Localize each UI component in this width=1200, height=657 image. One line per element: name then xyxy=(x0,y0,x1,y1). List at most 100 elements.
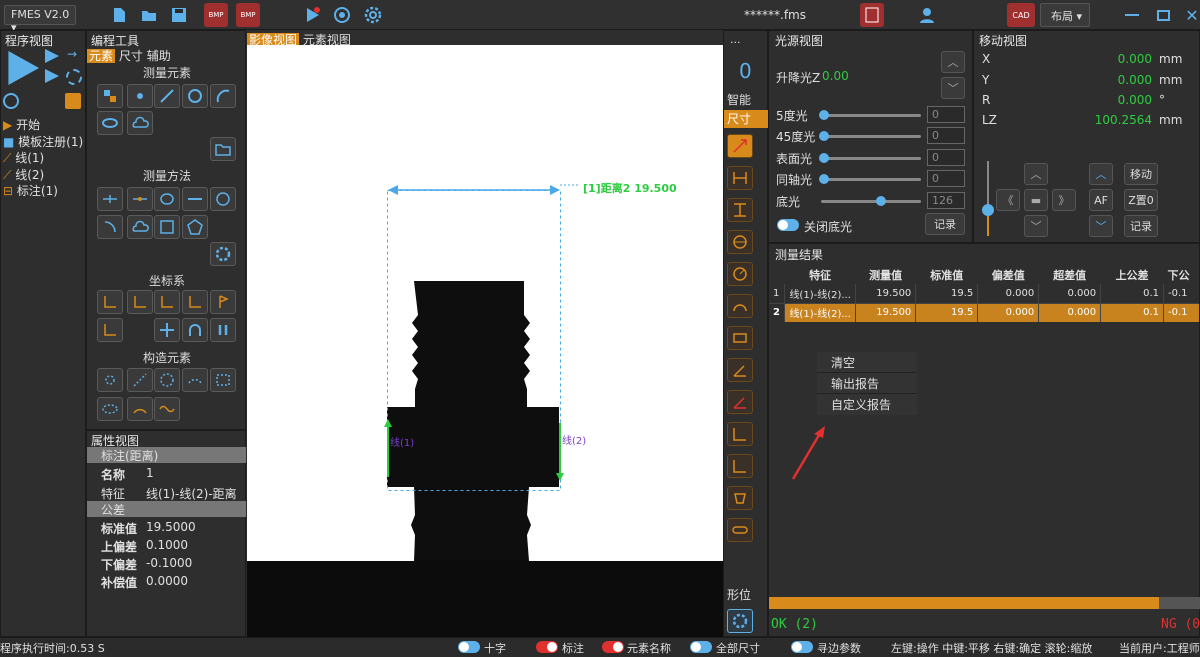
light-slider[interactable] xyxy=(819,174,921,184)
construct-arc-icon[interactable] xyxy=(182,368,208,392)
edge-flat-icon[interactable] xyxy=(182,187,208,211)
tab-dimensions[interactable]: 尺寸 xyxy=(119,49,143,63)
edge-circle-icon[interactable] xyxy=(154,187,180,211)
table-row[interactable]: 1 线(1)-线(2)... 19.500 19.5 0.000 0.000 0… xyxy=(769,284,1199,303)
light-value-input[interactable]: 0 xyxy=(927,127,965,144)
save-icon[interactable] xyxy=(167,3,191,27)
tab-elements[interactable]: 元素 xyxy=(87,49,116,63)
light-value-input[interactable]: 0 xyxy=(927,170,965,187)
cad-button[interactable]: CAD xyxy=(1007,3,1035,27)
motion-record-button[interactable]: 记录 xyxy=(1124,215,1158,237)
construct-wave-icon[interactable] xyxy=(154,397,180,421)
coord-translate-icon[interactable] xyxy=(127,290,153,314)
light-slider[interactable] xyxy=(819,131,921,141)
minimize-icon[interactable] xyxy=(1120,3,1144,27)
cloud-icon[interactable] xyxy=(127,111,153,135)
z-slider-knob[interactable] xyxy=(982,204,994,216)
move-left-icon[interactable]: 《 xyxy=(996,189,1020,211)
distance-h-icon[interactable] xyxy=(727,166,753,190)
light-slider-knob[interactable] xyxy=(819,131,829,141)
coord-rotate-icon[interactable] xyxy=(154,290,180,314)
light-slider-knob[interactable] xyxy=(876,196,886,206)
program-settings-icon[interactable] xyxy=(66,69,82,85)
method-settings-icon[interactable] xyxy=(210,242,236,266)
all-dims-toggle[interactable] xyxy=(690,641,712,653)
open-folder-icon[interactable] xyxy=(137,3,161,27)
slot-icon[interactable] xyxy=(727,518,753,542)
folder-icon[interactable] xyxy=(210,137,236,161)
tree-item-line1[interactable]: ⟋ 线(1) xyxy=(3,150,83,167)
camera-image[interactable] xyxy=(247,45,723,637)
table-row-selected[interactable]: 2 线(1)-线(2)... 19.500 19.5 0.000 0.000 0… xyxy=(769,303,1199,322)
annotation-toggle[interactable] xyxy=(536,641,558,653)
smart-dim-icon[interactable] xyxy=(727,134,753,158)
tree-item-annotation[interactable]: ⊟ 标注(1) xyxy=(3,183,83,200)
light-value-input[interactable]: 0 xyxy=(927,149,965,166)
ellipse-icon[interactable] xyxy=(97,111,123,135)
crosshair-toggle[interactable] xyxy=(458,641,480,653)
tree-item-line2[interactable]: ⟋ 线(2) xyxy=(3,167,83,184)
construct-rect-icon[interactable] xyxy=(210,368,236,392)
coord-flag-icon[interactable] xyxy=(210,290,236,314)
close-bottom-toggle[interactable] xyxy=(777,219,799,231)
maximize-icon[interactable] xyxy=(1151,3,1175,27)
arc-length-icon[interactable] xyxy=(727,294,753,318)
stop-icon[interactable]: ▬ xyxy=(1024,189,1048,211)
dimension-label[interactable]: [1]距离2 19.500 xyxy=(583,180,677,196)
user-icon[interactable] xyxy=(915,3,939,27)
size-tab[interactable]: 尺寸 xyxy=(724,110,768,128)
lower-dev-value[interactable]: -0.1000 xyxy=(146,556,192,570)
bmp-save-icon[interactable]: BMP xyxy=(204,3,228,27)
light-slider[interactable] xyxy=(821,196,921,206)
version-dropdown[interactable]: FMES V2.0 ▾ xyxy=(4,5,76,34)
light-slider-knob[interactable] xyxy=(819,174,829,184)
step-over-icon[interactable]: → xyxy=(67,47,77,61)
light-slider-knob[interactable] xyxy=(819,110,829,120)
nominal-value[interactable]: 19.5000 xyxy=(146,520,196,534)
construct-circle-icon[interactable] xyxy=(154,368,180,392)
new-file-icon[interactable] xyxy=(107,3,131,27)
edge-round-icon[interactable] xyxy=(210,187,236,211)
target-icon[interactable] xyxy=(330,3,354,27)
edge-cloud-icon[interactable] xyxy=(127,215,153,239)
angle-icon[interactable] xyxy=(727,358,753,382)
element-name-toggle[interactable] xyxy=(602,641,624,653)
coord-y-icon[interactable] xyxy=(727,454,753,478)
menu-item-export-report[interactable]: 输出报告 xyxy=(817,373,917,394)
point-set-icon[interactable] xyxy=(97,84,123,108)
move-button[interactable]: 移动 xyxy=(1124,163,1158,185)
crosshair-icon[interactable] xyxy=(154,318,180,342)
light-slider[interactable] xyxy=(819,153,921,163)
coord-origin-icon[interactable] xyxy=(97,290,123,314)
lift-down-icon[interactable]: ﹀ xyxy=(941,77,965,99)
move-down-icon[interactable]: ﹀ xyxy=(1024,215,1048,237)
move-up-icon[interactable]: ︿ xyxy=(1024,163,1048,185)
bmp-load-icon[interactable]: BMP xyxy=(236,3,260,27)
coord-reset-icon[interactable] xyxy=(97,318,123,342)
run-program-icon[interactable] xyxy=(8,51,39,85)
line2-label[interactable]: 线(2) xyxy=(562,432,586,447)
step-icon[interactable] xyxy=(45,49,59,63)
close-icon[interactable]: ✕ xyxy=(1180,3,1200,27)
edge-line-icon[interactable] xyxy=(97,187,123,211)
width-icon[interactable] xyxy=(727,326,753,350)
point-icon[interactable] xyxy=(127,84,153,108)
menu-item-clear[interactable]: 清空 xyxy=(817,352,917,373)
arc-icon[interactable] xyxy=(210,84,236,108)
grid-icon[interactable] xyxy=(65,93,81,109)
light-value-input[interactable]: 0 xyxy=(927,106,965,123)
edge-rect-icon[interactable] xyxy=(154,215,180,239)
construct-ellipse-icon[interactable] xyxy=(97,397,123,421)
light-slider[interactable] xyxy=(819,110,921,120)
tab-auxiliary[interactable]: 辅助 xyxy=(147,49,171,63)
form-label[interactable]: 形位 xyxy=(727,586,751,603)
tree-item-template[interactable]: ■ 模板注册(1) xyxy=(3,134,83,151)
search-icon[interactable] xyxy=(3,93,19,109)
name-value[interactable]: 1 xyxy=(146,466,154,480)
z-up-icon[interactable]: ︿ xyxy=(1089,163,1113,185)
arch-icon[interactable] xyxy=(182,318,208,342)
smart-label[interactable]: 智能 xyxy=(727,91,751,108)
lift-up-icon[interactable]: ︿ xyxy=(941,51,965,73)
z-down-icon[interactable]: ﹀ xyxy=(1089,215,1113,237)
light-record-button[interactable]: 记录 xyxy=(925,213,965,235)
